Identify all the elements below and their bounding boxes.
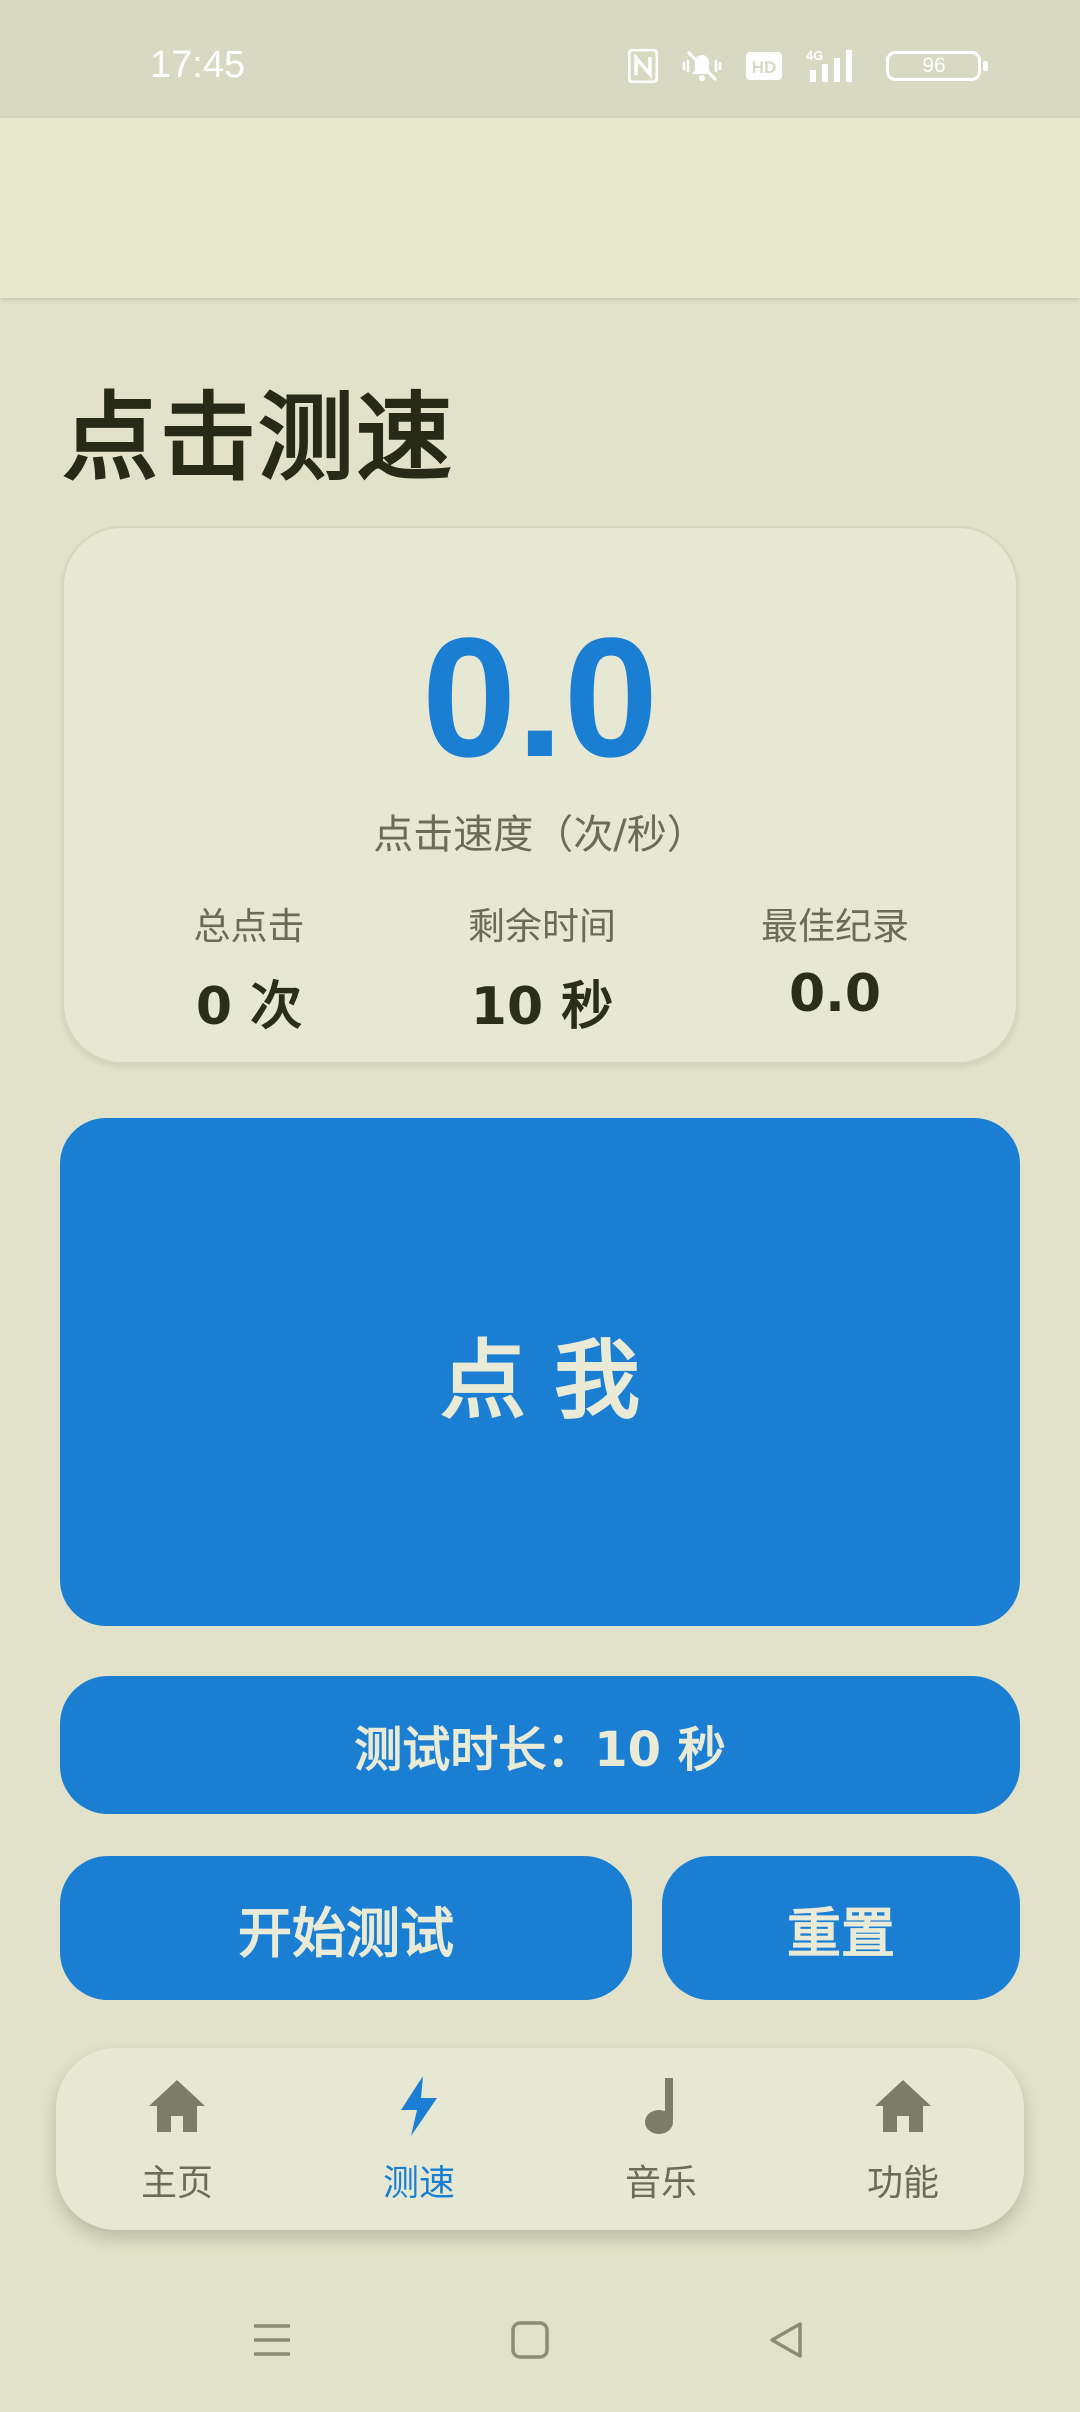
status-time: 17:45 — [150, 44, 246, 86]
speed-value: 0.0 — [421, 603, 659, 793]
hd-icon: HD — [746, 52, 782, 80]
app-bar — [0, 118, 1080, 298]
stat-total-value: 0 次 — [195, 977, 303, 1037]
nav-item-speed-test[interactable]: 测速 — [298, 2048, 540, 2230]
stats-card: 0.0 点击速度（次/秒） 总点击 0 次 剩余时间 10 秒 最佳纪录 0.0 — [62, 526, 1018, 1064]
home-icon — [145, 2074, 209, 2138]
nav-label-music: 音乐 — [624, 2163, 697, 2204]
start-test-button[interactable]: 开始测试 — [60, 1856, 632, 2000]
back-icon[interactable] — [766, 2320, 806, 2364]
test-duration-label: 测试时长：10 秒 — [354, 1722, 726, 1778]
stat-total-label: 总点击 — [193, 905, 305, 948]
signal-icon: 4G — [804, 48, 864, 84]
status-icons: HD 4G 96 — [628, 46, 990, 86]
nfc-icon — [628, 49, 658, 83]
svg-text:HD: HD — [752, 58, 777, 77]
stat-remaining-value: 10 秒 — [470, 977, 614, 1037]
speed-label: 点击速度（次/秒） — [373, 812, 707, 858]
tap-me-button[interactable]: 点我 — [60, 1118, 1020, 1626]
menu-icon[interactable] — [250, 2320, 294, 2364]
stat-best-record: 最佳纪录 0.0 — [685, 896, 985, 1024]
nav-label-features: 功能 — [866, 2163, 939, 2204]
stat-remaining-label: 剩余时间 — [468, 905, 616, 948]
start-test-label: 开始测试 — [238, 1901, 454, 1965]
nav-item-music[interactable]: 音乐 — [540, 2048, 782, 2230]
tap-me-label: 点我 — [440, 1330, 668, 1431]
home-square-icon[interactable] — [510, 2320, 550, 2364]
reset-button[interactable]: 重置 — [662, 1856, 1020, 2000]
bolt-icon — [387, 2074, 451, 2138]
status-bar: 17:45 HD 4G 96 — [0, 0, 1080, 118]
svg-text:4G: 4G — [806, 48, 823, 63]
home-icon — [871, 2074, 935, 2138]
stat-remaining-time: 剩余时间 10 秒 — [392, 896, 692, 1039]
nav-label-speed-test: 测速 — [382, 2163, 455, 2204]
nav-item-features[interactable]: 功能 — [782, 2048, 1024, 2230]
silent-icon — [680, 48, 724, 84]
reset-label: 重置 — [787, 1901, 895, 1965]
nav-item-home[interactable]: 主页 — [56, 2048, 298, 2230]
test-duration-button[interactable]: 测试时长：10 秒 — [60, 1676, 1020, 1814]
stat-best-value: 0.0 — [788, 964, 882, 1024]
music-note-icon — [629, 2074, 693, 2138]
battery-icon: 96 — [886, 51, 990, 81]
system-nav-bar — [0, 2290, 1080, 2412]
stat-best-label: 最佳纪录 — [761, 905, 909, 948]
page-title: 点击测速 — [62, 382, 454, 494]
stat-total-clicks: 总点击 0 次 — [99, 896, 399, 1039]
bottom-nav: 主页 测速 音乐 功能 — [56, 2048, 1024, 2230]
nav-label-home: 主页 — [140, 2163, 213, 2204]
battery-level: 96 — [922, 54, 946, 77]
